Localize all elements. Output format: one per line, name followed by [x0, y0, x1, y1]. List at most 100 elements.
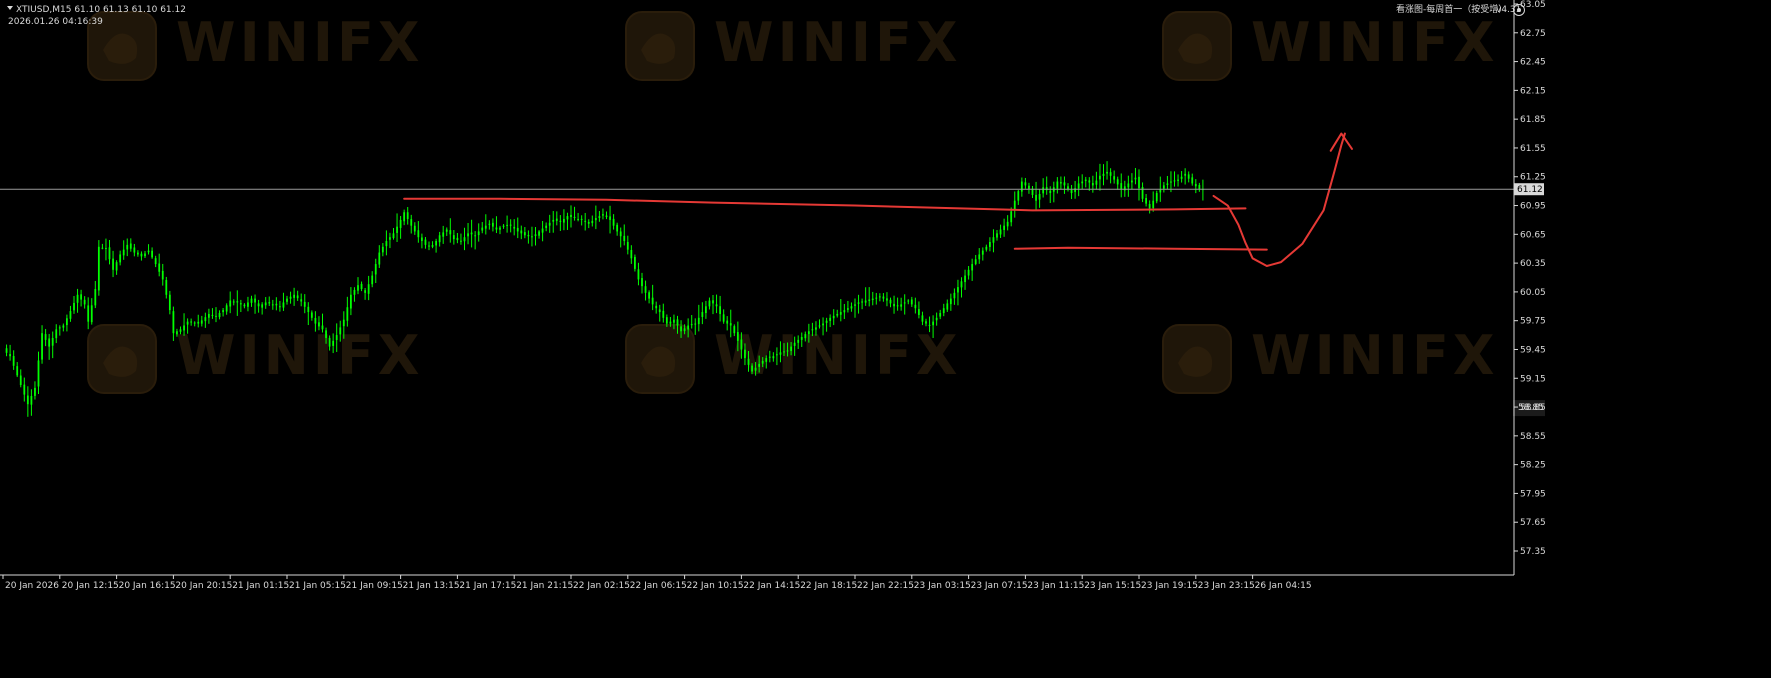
candle-body[interactable] — [282, 302, 285, 308]
candle-body[interactable] — [981, 250, 984, 255]
candle-body[interactable] — [1081, 181, 1084, 184]
candle-body[interactable] — [1003, 225, 1005, 230]
candle-body[interactable] — [105, 247, 107, 249]
collapse-icon[interactable] — [7, 6, 13, 10]
candle-body[interactable] — [630, 249, 633, 259]
candle-body[interactable] — [967, 269, 970, 276]
candle-body[interactable] — [208, 313, 210, 318]
candle-body[interactable] — [733, 326, 736, 334]
candle-body[interactable] — [417, 230, 420, 238]
candle-body[interactable] — [907, 300, 910, 302]
candle-body[interactable] — [37, 360, 40, 387]
candle-body[interactable] — [318, 322, 320, 327]
candle-body[interactable] — [1148, 204, 1151, 209]
candle-body[interactable] — [168, 294, 171, 311]
candle-body[interactable] — [69, 311, 72, 319]
candle-body[interactable] — [847, 308, 849, 310]
candle-body[interactable] — [353, 289, 356, 295]
candle-body[interactable] — [76, 294, 79, 303]
candle-body[interactable] — [531, 236, 533, 238]
candle-body[interactable] — [463, 237, 466, 242]
candle-body[interactable] — [889, 299, 892, 304]
candle-body[interactable] — [144, 253, 146, 257]
candle-body[interactable] — [804, 334, 807, 339]
candle-body[interactable] — [428, 245, 430, 247]
candle-body[interactable] — [55, 329, 58, 339]
candle-body[interactable] — [978, 254, 981, 260]
candle-body[interactable] — [946, 303, 949, 310]
candle-body[interactable] — [729, 323, 732, 326]
candle-body[interactable] — [1184, 173, 1187, 176]
candle-body[interactable] — [811, 329, 814, 331]
candle-body[interactable] — [197, 321, 200, 324]
candle-body[interactable] — [580, 218, 583, 220]
candle-body[interactable] — [502, 225, 505, 227]
candle-body[interactable] — [1106, 171, 1108, 174]
candle-body[interactable] — [445, 229, 448, 232]
candle-body[interactable] — [122, 249, 125, 256]
candle-body[interactable] — [634, 256, 636, 269]
candle-body[interactable] — [431, 245, 434, 247]
candle-body[interactable] — [935, 317, 938, 321]
candle-body[interactable] — [609, 216, 611, 220]
candle-body[interactable] — [421, 237, 423, 242]
candle-body[interactable] — [1131, 180, 1133, 183]
candle-body[interactable] — [5, 348, 8, 353]
candle-body[interactable] — [1194, 183, 1197, 187]
candle-body[interactable] — [179, 329, 182, 332]
candle-body[interactable] — [1063, 182, 1066, 186]
candle-body[interactable] — [655, 305, 658, 309]
candle-body[interactable] — [761, 360, 764, 364]
candle-body[interactable] — [378, 252, 381, 265]
candle-body[interactable] — [641, 278, 643, 287]
candle-body[interactable] — [176, 331, 178, 335]
candle-body[interactable] — [346, 307, 349, 321]
candle-body[interactable] — [371, 275, 374, 285]
candle-body[interactable] — [1049, 190, 1052, 194]
candle-body[interactable] — [871, 298, 874, 301]
candle-body[interactable] — [886, 298, 888, 301]
candle-body[interactable] — [989, 241, 991, 247]
candle-body[interactable] — [996, 233, 998, 238]
candle-body[interactable] — [953, 292, 956, 299]
candle-body[interactable] — [928, 324, 931, 326]
candle-body[interactable] — [783, 351, 785, 353]
candle-body[interactable] — [1070, 189, 1073, 194]
candle-body[interactable] — [822, 323, 824, 326]
candle-body[interactable] — [488, 223, 491, 225]
candle-body[interactable] — [172, 311, 175, 334]
candle-body[interactable] — [452, 235, 455, 240]
candle-body[interactable] — [264, 302, 267, 306]
candle-body[interactable] — [112, 258, 114, 270]
candle-body[interactable] — [701, 312, 704, 317]
candle-body[interactable] — [722, 314, 725, 322]
candle-body[interactable] — [350, 294, 352, 309]
candle-body[interactable] — [506, 224, 508, 226]
candle-body[interactable] — [250, 298, 253, 303]
candle-body[interactable] — [619, 231, 622, 237]
candle-body[interactable] — [1134, 177, 1137, 180]
candle-body[interactable] — [261, 304, 264, 308]
candle-body[interactable] — [1010, 211, 1013, 223]
candle-body[interactable] — [680, 326, 682, 332]
candle-body[interactable] — [662, 310, 665, 318]
candle-body[interactable] — [204, 317, 207, 322]
candle-body[interactable] — [73, 302, 75, 311]
candle-body[interactable] — [964, 275, 966, 283]
candle-body[interactable] — [594, 218, 597, 221]
candle-body[interactable] — [129, 243, 132, 249]
candle-body[interactable] — [861, 301, 863, 303]
candle-body[interactable] — [19, 375, 22, 385]
candle-body[interactable] — [683, 328, 686, 332]
candle-body[interactable] — [1028, 185, 1030, 190]
candle-body[interactable] — [87, 305, 90, 322]
candle-body[interactable] — [1145, 198, 1147, 204]
candle-body[interactable] — [243, 304, 246, 307]
candle-body[interactable] — [325, 330, 327, 338]
candle-body[interactable] — [616, 224, 619, 232]
candle-body[interactable] — [389, 237, 391, 240]
candle-body[interactable] — [190, 321, 193, 323]
candle-body[interactable] — [51, 337, 54, 346]
candle-body[interactable] — [665, 317, 668, 324]
candle-body[interactable] — [878, 296, 881, 298]
